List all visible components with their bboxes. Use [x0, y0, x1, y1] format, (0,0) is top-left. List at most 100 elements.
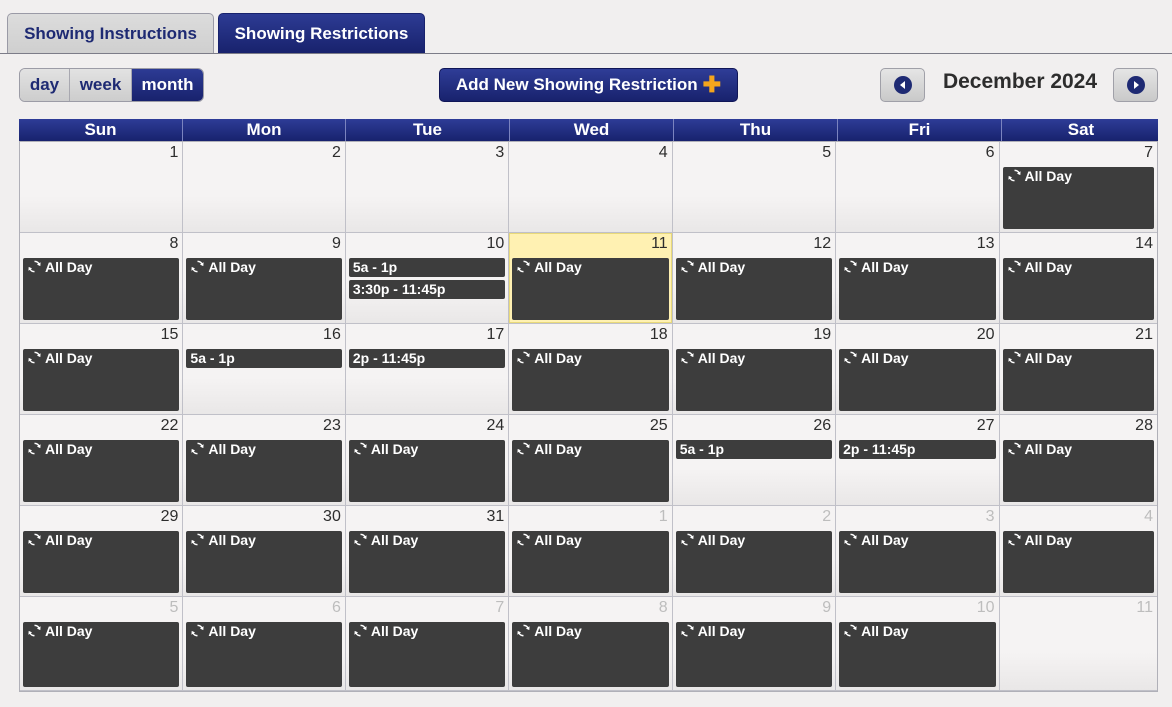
view-month-button[interactable]: month [131, 69, 203, 101]
day-cell[interactable]: 8 All Day [20, 233, 184, 324]
day-cell[interactable]: 10 All Day [836, 597, 1000, 691]
event-all-day[interactable]: All Day [675, 258, 833, 320]
day-cell[interactable]: 2 All Day [672, 506, 837, 597]
day-number: 18 [649, 326, 668, 343]
day-cell[interactable]: 16 5a - 1p [183, 324, 346, 415]
event-all-day[interactable]: All Day [839, 622, 996, 687]
day-cell[interactable]: 14 All Day [999, 233, 1157, 324]
event-all-day[interactable]: All Day [512, 440, 669, 502]
next-month-button[interactable] [1113, 68, 1158, 102]
event-all-day[interactable]: All Day [839, 349, 996, 411]
event-all-day[interactable]: All Day [839, 531, 996, 593]
day-cell[interactable]: 25 All Day [509, 415, 673, 506]
day-cell[interactable]: 4 All Day [999, 506, 1157, 597]
event-all-day[interactable]: All Day [23, 440, 180, 502]
event-all-day[interactable]: All Day [23, 258, 180, 320]
day-number: 16 [323, 326, 341, 343]
day-cell[interactable]: 3 All Day [836, 506, 1000, 597]
event-time-range[interactable]: 2p - 11:45p [348, 349, 506, 368]
day-cell[interactable]: 4 [509, 142, 673, 233]
event-time-range[interactable]: 5a - 1p [348, 258, 506, 277]
event-all-day[interactable]: All Day [1002, 440, 1154, 502]
event-all-day[interactable]: All Day [675, 622, 833, 687]
event-all-day[interactable]: All Day [1002, 258, 1154, 320]
day-cell[interactable]: 28 All Day [999, 415, 1157, 506]
event-all-day[interactable]: All Day [512, 258, 669, 320]
day-cell[interactable]: 11 [999, 597, 1157, 691]
event-label: All Day [697, 532, 746, 548]
event-all-day[interactable]: All Day [186, 622, 342, 687]
day-cell[interactable]: 2 [183, 142, 346, 233]
event-label: 2p - 11:45p [843, 441, 916, 457]
tab-divider [0, 53, 1172, 54]
event-all-day[interactable]: All Day [23, 349, 180, 411]
day-cell[interactable]: 6 All Day [183, 597, 346, 691]
event-all-day[interactable]: All Day [675, 349, 833, 411]
day-cell[interactable]: 1 [20, 142, 184, 233]
day-cell[interactable]: 10 5a - 1p 3:30p - 11:45p [345, 233, 510, 324]
add-showing-restriction-button[interactable]: Add New Showing Restriction ✚ [439, 68, 738, 102]
prev-month-button[interactable] [880, 68, 925, 102]
event-all-day[interactable]: All Day [186, 258, 342, 320]
day-cell[interactable]: 20 All Day [836, 324, 1000, 415]
day-cell[interactable]: 9 All Day [672, 597, 837, 691]
day-cell[interactable]: 27 2p - 11:45p [836, 415, 1000, 506]
event-all-day[interactable]: All Day [512, 622, 669, 687]
view-day-button[interactable]: day [20, 69, 69, 101]
day-cell[interactable]: 9 All Day [183, 233, 346, 324]
event-all-day[interactable]: All Day [348, 440, 506, 502]
day-cell[interactable]: 7 All Day [999, 142, 1157, 233]
event-all-day[interactable]: All Day [348, 622, 506, 687]
day-cell[interactable]: 5 [672, 142, 837, 233]
day-cell[interactable]: 31 All Day [345, 506, 510, 597]
view-week-button[interactable]: week [69, 69, 131, 101]
event-label: All Day [208, 259, 256, 275]
day-cell[interactable]: 1 All Day [509, 506, 673, 597]
event-time-range[interactable]: 3:30p - 11:45p [348, 280, 506, 299]
day-number: 24 [486, 417, 505, 434]
month-title: December 2024 [942, 70, 1098, 93]
event-label: All Day [370, 532, 419, 548]
day-cell[interactable]: 5 All Day [20, 597, 184, 691]
day-cell[interactable]: 17 2p - 11:45p [345, 324, 510, 415]
day-cell[interactable]: 8 All Day [509, 597, 673, 691]
event-all-day[interactable]: All Day [675, 531, 833, 593]
day-cell[interactable]: 21 All Day [999, 324, 1157, 415]
day-number: 12 [813, 235, 832, 252]
day-cell[interactable]: 3 [345, 142, 510, 233]
event-all-day[interactable]: All Day [1002, 349, 1154, 411]
event-all-day[interactable]: All Day [1002, 167, 1154, 229]
day-cell[interactable]: 19 All Day [672, 324, 837, 415]
day-cell[interactable]: 30 All Day [183, 506, 346, 597]
event-all-day[interactable]: All Day [512, 349, 669, 411]
day-cell-today[interactable]: 11 All Day [509, 233, 673, 324]
day-cell[interactable]: 22 All Day [20, 415, 184, 506]
event-time-range[interactable]: 2p - 11:45p [839, 440, 996, 459]
event-all-day[interactable]: All Day [512, 531, 669, 593]
day-cell[interactable]: 26 5a - 1p [672, 415, 837, 506]
day-cell[interactable]: 15 All Day [20, 324, 184, 415]
event-all-day[interactable]: All Day [1002, 531, 1154, 593]
day-number: 5 [169, 599, 179, 616]
day-number: 8 [658, 599, 668, 616]
recurring-icon [680, 532, 695, 547]
day-cell[interactable]: 7 All Day [345, 597, 510, 691]
event-time-range[interactable]: 5a - 1p [675, 440, 833, 459]
day-cell[interactable]: 18 All Day [509, 324, 673, 415]
event-all-day[interactable]: All Day [186, 531, 342, 593]
tab-showing-instructions[interactable]: Showing Instructions [7, 13, 214, 53]
event-all-day[interactable]: All Day [23, 531, 180, 593]
day-cell[interactable]: 13 All Day [836, 233, 1000, 324]
event-all-day[interactable]: All Day [23, 622, 180, 687]
tab-showing-restrictions[interactable]: Showing Restrictions [218, 13, 425, 53]
day-cell[interactable]: 29 All Day [20, 506, 184, 597]
day-cell[interactable]: 12 All Day [672, 233, 837, 324]
event-all-day[interactable]: All Day [186, 440, 342, 502]
event-all-day[interactable]: All Day [348, 531, 506, 593]
day-cell[interactable]: 23 All Day [183, 415, 346, 506]
event-time-range[interactable]: 5a - 1p [186, 349, 342, 368]
event-label: All Day [45, 532, 93, 548]
day-cell[interactable]: 24 All Day [345, 415, 510, 506]
day-cell[interactable]: 6 [836, 142, 1000, 233]
event-all-day[interactable]: All Day [839, 258, 996, 320]
